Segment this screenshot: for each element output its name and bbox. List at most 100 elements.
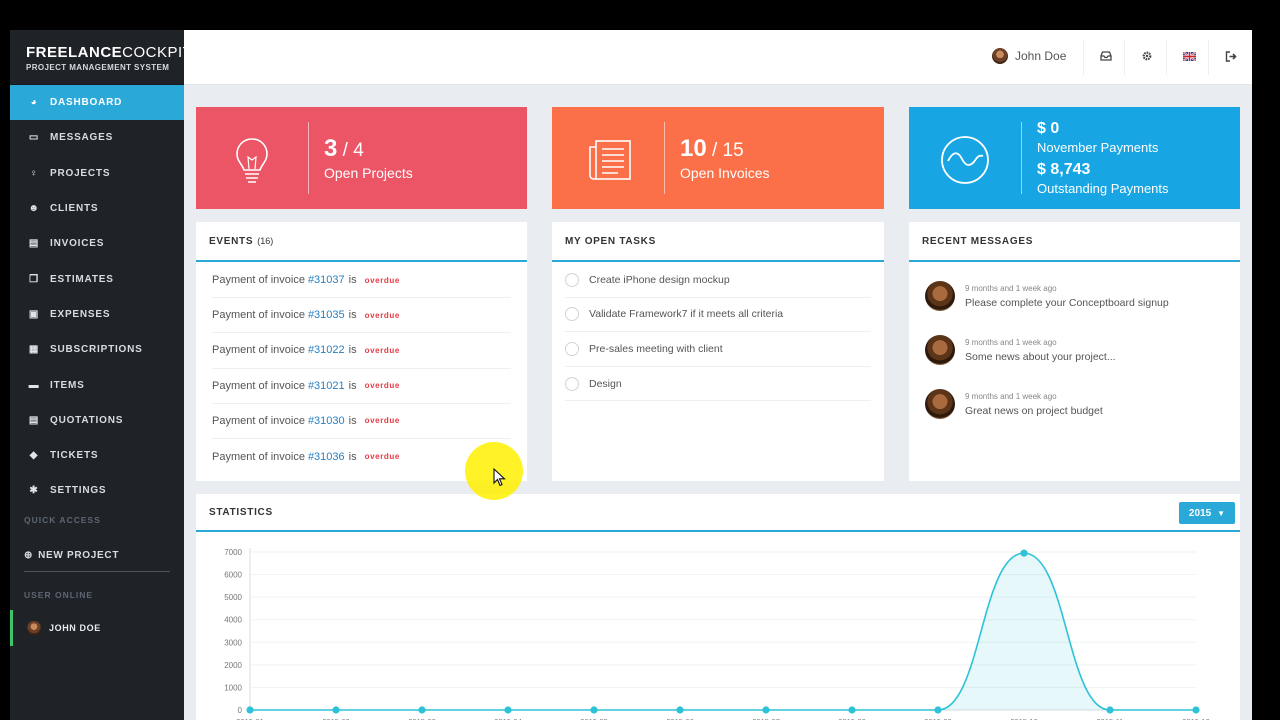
data-point[interactable]: [504, 706, 512, 714]
data-point[interactable]: [676, 706, 684, 714]
sidebar-nav: ◕ DASHBOARD ▭ MESSAGES ♀ PROJECTS ☻ CLIENTS ▤ INV…: [10, 85, 184, 509]
data-point[interactable]: [762, 706, 770, 714]
list-item: Payment of invoice #31021 is overdue: [212, 369, 511, 404]
divider: [1124, 40, 1125, 75]
open-projects-card[interactable]: 3 / 4 Open Projects: [196, 107, 527, 209]
data-point[interactable]: [332, 706, 340, 714]
event-text: is: [348, 309, 357, 322]
data-point[interactable]: [934, 706, 942, 714]
payments-card[interactable]: $ 0 November Payments $ 8,743 Outstandin…: [909, 107, 1240, 209]
year-dropdown[interactable]: 2015 ▼: [1179, 502, 1235, 524]
data-point[interactable]: [590, 706, 598, 714]
message-time: 9 months and 1 week ago: [965, 283, 1057, 293]
statistics-panel: STATISTICS 2015 ▼ 0 1000 2000 3000 4000 5000 6…: [196, 494, 1240, 720]
top-header: John Doe: [184, 30, 1252, 85]
quick-access-label: QUICK ACCESS: [24, 514, 101, 525]
app-window: FREELANCECOCKPIT PROJECT MANAGEMENT SYST…: [10, 30, 1252, 720]
avatar: [27, 620, 41, 635]
online-user-item[interactable]: JOHN DOE: [10, 609, 184, 646]
sidebar-item-label: INVOICES: [50, 238, 105, 250]
archive-icon: ▬: [28, 379, 40, 391]
sidebar-item-estimates[interactable]: ❐ ESTIMATES: [10, 261, 184, 296]
sidebar-item-tickets[interactable]: ◆ TICKETS: [10, 438, 184, 473]
invoice-link[interactable]: #31037: [308, 274, 345, 286]
tasks-panel: MY OPEN TASKS Create iPhone design mocku…: [552, 222, 884, 481]
sidebar-item-quotations[interactable]: ▤ QUOTATIONS: [10, 403, 184, 438]
sidebar-item-settings[interactable]: ✱ SETTINGS: [10, 473, 184, 508]
list-item: Payment of invoice #31035 is overdue: [212, 298, 511, 334]
inbox-icon[interactable]: [1099, 49, 1113, 63]
task-checkbox[interactable]: [565, 272, 579, 287]
dashboard-icon: ◕: [30, 97, 38, 109]
sidebar-item-subscriptions[interactable]: ▦ SUBSCRIPTIONS: [10, 332, 184, 367]
task-label: Validate Framework7 if it meets all crit…: [589, 308, 784, 321]
sidebar-item-label: SETTINGS: [50, 485, 107, 497]
task-checkbox[interactable]: [565, 341, 579, 356]
tasks-title: MY OPEN TASKS: [565, 235, 656, 247]
users-icon: ☻: [28, 203, 40, 215]
panel-header: EVENTS (16): [196, 222, 527, 262]
message-item[interactable]: 9 months and 1 week ago Great news on pro…: [909, 377, 1240, 431]
sidebar-item-invoices[interactable]: ▤ INVOICES: [10, 226, 184, 261]
task-item: Pre-sales meeting with client: [565, 332, 871, 367]
money-icon: ▣: [28, 308, 40, 320]
open-invoices-card[interactable]: 10 / 15 Open Invoices: [552, 107, 884, 209]
invoice-link[interactable]: #31021: [308, 380, 345, 392]
calendar-icon: ▦: [28, 344, 40, 356]
panel-header: STATISTICS: [196, 494, 1240, 532]
uk-flag-icon[interactable]: [1182, 49, 1196, 63]
logout-icon[interactable]: [1224, 49, 1238, 63]
statistics-title: STATISTICS: [209, 506, 273, 518]
message-body: 9 months and 1 week ago Some news about y…: [965, 338, 1116, 363]
sidebar-item-items[interactable]: ▬ ITEMS: [10, 367, 184, 402]
inbox-icon: ▭: [28, 132, 40, 144]
brand-logo[interactable]: FREELANCECOCKPIT PROJECT MANAGEMENT SYST…: [10, 30, 192, 85]
user-menu[interactable]: John Doe: [992, 48, 1066, 64]
new-project-link[interactable]: ⊕ NEW PROJECT: [10, 541, 184, 571]
status-badge: overdue: [364, 310, 400, 320]
task-item: Create iPhone design mockup: [565, 263, 871, 298]
data-point[interactable]: [1020, 549, 1028, 557]
sidebar-item-clients[interactable]: ☻ CLIENTS: [10, 191, 184, 226]
gear-icon[interactable]: [1140, 49, 1154, 63]
new-project-label: NEW PROJECT: [38, 550, 120, 562]
sidebar-item-label: TICKETS: [50, 450, 99, 462]
events-list: Payment of invoice #31037 is overdue Payment…: [196, 262, 527, 474]
data-point[interactable]: [418, 706, 426, 714]
events-title: EVENTS: [209, 235, 254, 247]
copy-icon: ❐: [29, 273, 39, 285]
document-icon: ▤: [28, 238, 40, 250]
message-item[interactable]: 9 months and 1 week ago Please complete y…: [909, 269, 1240, 323]
screen-frame: FREELANCECOCKPIT PROJECT MANAGEMENT SYST…: [0, 0, 1280, 720]
task-checkbox[interactable]: [565, 376, 579, 391]
invoice-link[interactable]: #31030: [308, 415, 345, 427]
sidebar-item-label: EXPENSES: [50, 308, 111, 320]
sidebar-item-projects[interactable]: ♀ PROJECTS: [10, 156, 184, 191]
sidebar-item-messages[interactable]: ▭ MESSAGES: [10, 120, 184, 155]
event-text: is: [348, 379, 357, 392]
message-item[interactable]: 9 months and 1 week ago Some news about y…: [909, 323, 1240, 377]
sidebar-item-expenses[interactable]: ▣ EXPENSES: [10, 297, 184, 332]
message-text: Some news about your project...: [965, 350, 1116, 363]
data-point[interactable]: [246, 706, 254, 714]
task-label: Pre-sales meeting with client: [589, 342, 723, 355]
file-icon: ▤: [28, 414, 40, 426]
invoice-link[interactable]: #31036: [308, 451, 345, 463]
data-point[interactable]: [1192, 706, 1200, 714]
invoice-link[interactable]: #31035: [308, 309, 345, 321]
document-icon: [588, 135, 631, 183]
pulse-icon: [939, 134, 993, 184]
event-text: Payment of invoice: [212, 344, 305, 357]
data-point[interactable]: [1106, 706, 1114, 714]
events-panel: EVENTS (16) Payment of invoice #31037 is ov…: [196, 222, 527, 481]
sidebar-item-dashboard[interactable]: ◕ DASHBOARD: [10, 85, 184, 121]
status-badge: overdue: [364, 381, 400, 391]
invoice-link[interactable]: #31022: [308, 344, 345, 356]
y-tick-label: 5000: [224, 593, 242, 602]
status-badge: overdue: [364, 416, 400, 426]
task-checkbox[interactable]: [565, 307, 579, 322]
tag-icon: ◆: [29, 450, 39, 462]
data-point[interactable]: [848, 706, 856, 714]
sidebar-item-label: ITEMS: [50, 379, 85, 391]
task-item: Design: [565, 367, 871, 402]
